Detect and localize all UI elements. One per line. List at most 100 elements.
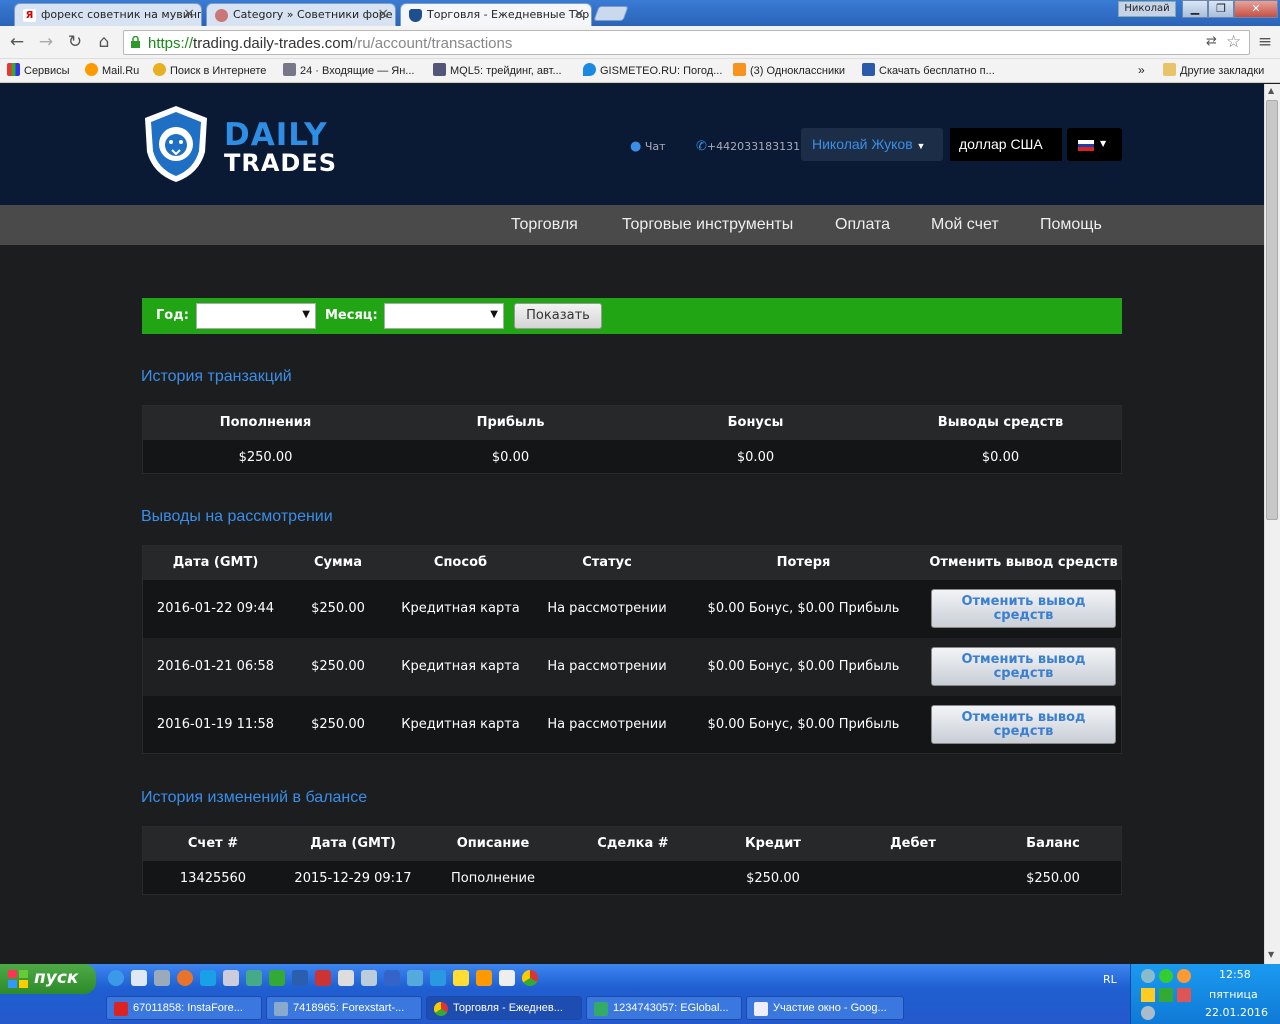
skype-icon[interactable] [200,970,216,986]
start-button[interactable]: пуск [0,964,96,994]
doc-icon [754,1002,768,1016]
bookmark-item[interactable]: (3) Одноклассники [733,63,845,79]
ie-icon[interactable] [108,970,124,986]
bookmark-item[interactable]: Поиск в Интернете [153,63,266,79]
forexstart-icon [274,1002,288,1016]
address-bar[interactable]: https://trading.daily-trades.com/ru/acco… [123,30,1250,55]
tab-label: Торговля - Ежедневные Тор [427,8,590,21]
language-indicator[interactable]: RL [1103,973,1117,986]
new-tab-button[interactable] [593,6,629,21]
taskbar-item-active[interactable]: Торговля - Ежеднев... [426,996,582,1020]
bookmark-item[interactable]: Скачать бесплатно п... [862,63,995,79]
nav-item-instruments[interactable]: Торговые инструменты [622,216,793,234]
utorrent-tray-icon[interactable] [1159,988,1173,1002]
bookmark-star-icon[interactable]: ☆ [1226,32,1241,52]
close-tab-icon[interactable]: × [573,6,585,22]
cancel-withdrawal-button[interactable]: Отменить вывод средств [931,589,1116,628]
language-dropdown[interactable]: ▼ [1067,128,1122,161]
download-icon [862,63,875,76]
word-icon[interactable] [292,970,308,986]
app-icon[interactable] [246,970,262,986]
browser-tab-active[interactable]: Торговля - Ежедневные Тор × [400,3,592,26]
bookmarks-overflow[interactable]: » [1138,63,1145,79]
bookmark-item[interactable]: Mail.Ru [85,63,139,79]
browser-tab[interactable]: Я форекс советник на мувинг × [14,3,202,26]
notepad-icon[interactable] [338,970,354,986]
nav-item-my-account[interactable]: Мой счет [931,216,999,234]
calculator-icon[interactable] [223,970,239,986]
desktop-icon[interactable] [131,970,147,986]
column-header: Сумма [313,555,363,570]
grid-app-icon[interactable] [499,970,515,986]
show-button[interactable]: Показать [514,303,602,329]
withdrawal-amount: $250.00 [311,601,365,616]
bookmark-item[interactable]: MQL5: трейдинг, авт... [433,63,562,79]
security-shield-icon[interactable] [1141,988,1155,1002]
chat-link[interactable]: ● Чат [630,139,666,154]
winrar-icon[interactable] [315,970,331,986]
user-menu-dropdown[interactable]: Николай Жуков ▼ [801,128,943,161]
forward-icon[interactable]: → [35,31,57,53]
search-icon [153,63,166,76]
app-icon[interactable] [476,970,492,986]
year-select[interactable]: ▼ [196,303,316,329]
bookmark-item[interactable]: Сервисы [7,63,70,79]
scroll-down-icon[interactable]: ▼ [1268,950,1274,959]
nav-item-trading[interactable]: Торговля [511,216,578,234]
teamviewer-icon[interactable] [430,970,446,986]
scroll-up-icon[interactable]: ▲ [1268,86,1274,95]
month-select[interactable]: ▼ [384,303,504,329]
cancel-withdrawal-button[interactable]: Отменить вывод средств [931,705,1116,744]
mt4-icon [594,1002,608,1016]
taskbar-item[interactable]: 67011858: InstaFore... [106,996,262,1020]
tray-icon[interactable] [1177,969,1191,983]
reload-icon[interactable]: ↻ [64,31,86,53]
scrollbar-thumb[interactable] [1266,100,1278,520]
close-tab-icon[interactable]: × [183,6,195,22]
chrome-icon[interactable] [522,970,538,986]
translate-icon[interactable]: ⇄ [1206,34,1217,49]
url-text: https://trading.daily-trades.com/ru/acco… [148,35,513,52]
lion-shield-logo-icon[interactable] [141,104,211,184]
tray-icon[interactable] [1141,969,1155,983]
transactions-table: Пополнения Прибыль Бонусы Выводы средств… [142,405,1122,474]
clock-time[interactable]: 12:58 [1219,968,1251,981]
menu-icon[interactable]: ≡ [1254,31,1276,53]
close-tab-icon[interactable]: × [377,6,389,22]
1c-icon[interactable] [453,970,469,986]
browser-tab[interactable]: Category » Советники форе × [206,3,396,26]
utorrent-icon[interactable] [269,970,285,986]
table-header: Дата (GMT) Сумма Способ Статус Потеря От… [143,546,1121,580]
taskbar-item[interactable]: Участие окно - Goog... [746,996,904,1020]
other-bookmarks[interactable]: Другие закладки [1163,63,1264,79]
currency-selector[interactable]: доллар США [950,128,1062,161]
tray-icon[interactable] [1159,969,1173,983]
mql5-icon [433,63,446,76]
back-icon[interactable]: ← [6,31,28,53]
maximize-button[interactable]: ❐ [1208,0,1234,18]
cancel-withdrawal-button[interactable]: Отменить вывод средств [931,647,1116,686]
taskbar-item[interactable]: 1234743057: EGlobal... [586,996,742,1020]
minimize-button[interactable]: ▁ [1182,0,1208,18]
yandex-icon: Я [23,9,36,22]
close-window-button[interactable]: ✕ [1234,0,1278,18]
app-icon[interactable] [407,970,423,986]
volume-icon[interactable] [1141,1006,1155,1020]
withdrawal-status: На рассмотрении [547,717,667,732]
section-title-pending-withdrawals: Выводы на рассмотрении [141,508,333,525]
profile-chip[interactable]: Николай [1118,1,1176,17]
bookmark-item[interactable]: GISMETEO.RU: Погод... [583,63,722,79]
bluetooth-icon[interactable] [384,970,400,986]
explorer-icon[interactable] [154,970,170,986]
bookmark-item[interactable]: 24 · Входящие — Ян... [283,63,414,79]
home-icon[interactable]: ⌂ [93,31,115,53]
balance-history-table: Счет # Дата (GMT) Описание Сделка # Кред… [142,826,1122,895]
phone-link[interactable]: ✆+442033183131 [696,139,800,154]
network-icon[interactable] [361,970,377,986]
nav-item-help[interactable]: Помощь [1040,216,1102,234]
tray-icon[interactable] [1177,988,1191,1002]
filter-bar: Год: ▼ Месяц: ▼ Показать [142,298,1122,334]
taskbar-item[interactable]: 7418965: Forexstart-... [266,996,422,1020]
firefox-icon[interactable] [177,970,193,986]
nav-item-payment[interactable]: Оплата [835,216,890,234]
